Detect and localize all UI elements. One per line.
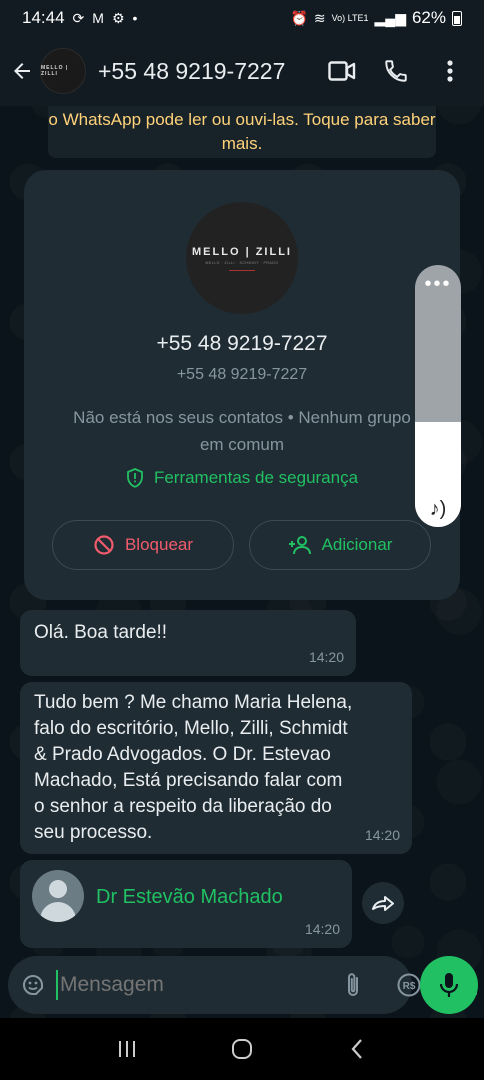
unknown-contact-card: MELLO | ZILLI MELLO · ZILLI · SCHMIDT · …: [24, 170, 460, 600]
svg-text:R$: R$: [403, 981, 416, 992]
message-bubble[interactable]: Olá. Boa tarde!! 14:20: [20, 610, 356, 676]
message-text: Olá. Boa tarde!!: [34, 622, 168, 643]
recent-apps-icon[interactable]: [107, 1029, 147, 1069]
default-avatar-icon: [32, 870, 84, 922]
contact-profile-photo[interactable]: MELLO | ZILLI MELLO · ZILLI · SCHMIDT · …: [186, 202, 298, 314]
message-time: 14:20: [364, 827, 400, 843]
block-icon: [94, 535, 114, 555]
avatar-logo-text: MELLO | ZILLI: [41, 65, 69, 77]
message-input[interactable]: [56, 970, 331, 1000]
status-time: 14:44: [22, 8, 65, 27]
app-notification-icon: ⚙: [111, 9, 125, 26]
voice-call-icon[interactable]: [380, 55, 412, 87]
microphone-icon: [439, 973, 459, 997]
home-icon[interactable]: [222, 1029, 262, 1069]
forward-icon[interactable]: [362, 882, 404, 924]
volume-more-icon[interactable]: •••: [415, 274, 461, 294]
message-composer: R$: [8, 956, 477, 1014]
volume-slider[interactable]: ••• ♪): [415, 265, 461, 527]
shield-icon: [127, 468, 143, 488]
contact-title[interactable]: +55 48 9219-7227: [98, 58, 326, 85]
gmail-icon: M: [92, 10, 104, 26]
card-contact-name: +55 48 9219-7227: [156, 332, 328, 355]
add-contact-button[interactable]: Adicionar: [249, 520, 431, 570]
system-navigation-bar: [0, 1018, 484, 1080]
security-tools-link[interactable]: Ferramentas de segurança: [24, 468, 460, 488]
sticker-emoji-icon[interactable]: [20, 969, 46, 1001]
security-tools-label: Ferramentas de segurança: [153, 468, 359, 487]
block-label: Bloquear: [124, 535, 194, 554]
header-actions: [326, 55, 466, 87]
battery-percent: 62%: [411, 8, 446, 27]
contact-avatar[interactable]: MELLO | ZILLI: [40, 48, 86, 94]
back-icon[interactable]: [337, 1029, 377, 1069]
status-right: ⏰ ≋ Vo) LTE1 ▂▄▆ 62%: [290, 8, 462, 28]
battery-icon: [452, 10, 462, 26]
video-call-icon[interactable]: [326, 55, 358, 87]
message-bubble[interactable]: Tudo bem ? Me chamo Maria Helena, falo d…: [20, 682, 412, 854]
card-contact-info: Não está nos seus contatos • Nenhum grup…: [73, 408, 411, 454]
shared-contact-message[interactable]: Dr Estevão Machado 14:20: [20, 860, 352, 948]
message-time: 14:20: [304, 921, 340, 937]
more-options-icon[interactable]: [434, 55, 466, 87]
logo-accent-line: [229, 269, 255, 271]
shared-contact-name[interactable]: Dr Estevão Machado: [96, 884, 283, 910]
logo-main-text: MELLO | ZILLI: [192, 245, 292, 258]
signal-icon: ▂▄▆: [374, 9, 406, 26]
more-notifications-dot-icon: •: [132, 10, 138, 26]
chat-header: MELLO | ZILLI +55 48 9219-7227: [0, 36, 484, 106]
status-bar: 14:44 ⟳ M ⚙ • ⏰ ≋ Vo) LTE1 ▂▄▆ 62%: [0, 0, 484, 36]
message-text: Tudo bem ? Me chamo Maria Helena, falo d…: [34, 692, 353, 843]
alarm-icon: ⏰: [290, 9, 308, 26]
encryption-notice[interactable]: o WhatsApp pode ler ou ouvi-las. Toque p…: [48, 106, 436, 158]
add-label: Adicionar: [321, 535, 393, 554]
status-left: 14:44 ⟳ M ⚙ •: [22, 8, 137, 28]
logo-sub-text: MELLO · ZILLI · SCHMIDT · PRADO: [205, 260, 279, 265]
wifi-icon: ≋: [313, 9, 326, 26]
voice-message-button[interactable]: [420, 956, 478, 1014]
media-volume-icon: ♪): [429, 498, 447, 520]
block-button[interactable]: Bloquear: [52, 520, 234, 570]
message-time: 14:20: [308, 649, 344, 665]
back-arrow-icon[interactable]: [8, 51, 36, 91]
add-person-icon: [288, 536, 311, 555]
attach-icon[interactable]: [337, 969, 369, 1001]
card-contact-number: +55 48 9219-7227: [176, 366, 308, 383]
sync-icon: ⟳: [72, 9, 85, 26]
network-label: Vo) LTE1: [331, 13, 369, 23]
